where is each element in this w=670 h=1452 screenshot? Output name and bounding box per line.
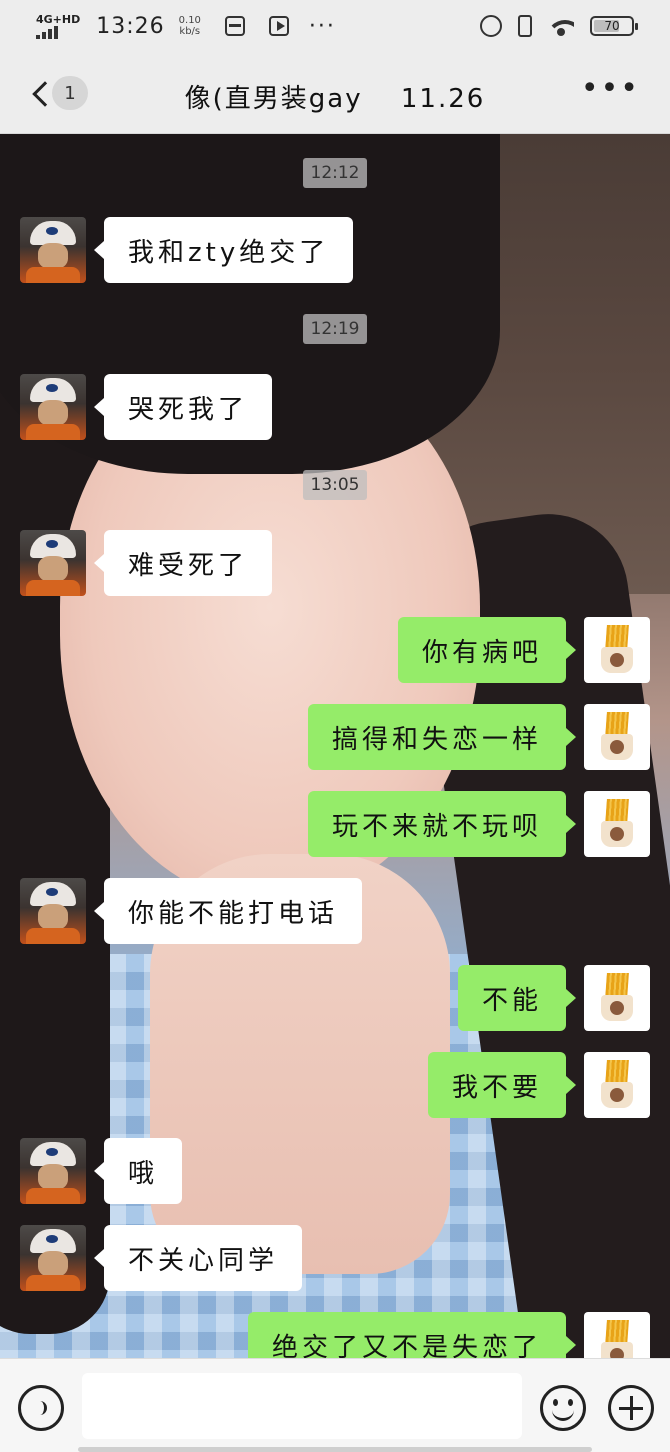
alarm-icon: [480, 15, 502, 37]
message-outgoing: 玩不来就不玩呗: [307, 791, 650, 857]
message-incoming: 哦: [20, 1138, 183, 1204]
my-avatar[interactable]: [584, 965, 650, 1031]
contact-avatar[interactable]: [20, 530, 86, 596]
signal-icon: [36, 25, 80, 39]
chat-header: 1 像(直男装gay 11.26 •••: [0, 52, 670, 134]
network-label: 4G+HD: [36, 12, 81, 26]
message-bubble[interactable]: 不能: [457, 965, 577, 1031]
speed-unit: kb/s: [179, 26, 201, 37]
message-outgoing: 我不要: [427, 1052, 650, 1118]
status-bar: 4G+HD 13:26 0.10 kb/s ··· 70: [0, 0, 670, 52]
battery-level: 70: [604, 19, 620, 33]
network-indicator: 4G+HD: [36, 14, 80, 39]
my-avatar[interactable]: [584, 1312, 650, 1358]
vibrate-icon: [518, 15, 532, 37]
message-bubble[interactable]: 哦: [93, 1138, 183, 1204]
chat-screen: 4G+HD 13:26 0.10 kb/s ··· 70 1 像(直男装gay …: [0, 0, 670, 1452]
my-avatar[interactable]: [584, 1052, 650, 1118]
voice-icon: [33, 1401, 47, 1415]
message-outgoing: 不能: [457, 965, 650, 1031]
timestamp: 13:05: [303, 470, 367, 500]
message-bubble[interactable]: 哭死我了: [93, 374, 273, 440]
speed-value: 0.10: [178, 15, 201, 26]
message-incoming: 难受死了: [20, 530, 273, 596]
contact-avatar[interactable]: [20, 374, 86, 440]
message-input[interactable]: [82, 1373, 522, 1439]
message-incoming: 我和zty绝交了: [20, 217, 354, 283]
message-incoming: 你能不能打电话: [20, 878, 363, 944]
message-bubble[interactable]: 玩不来就不玩呗: [307, 791, 577, 857]
status-right: 70: [480, 15, 638, 37]
more-dots-icon[interactable]: •••: [581, 74, 640, 104]
chat-title: 像(直男装gay 11.26: [184, 84, 486, 114]
contact-avatar[interactable]: [20, 217, 86, 283]
status-time: 13:26: [96, 13, 165, 39]
message-outgoing: 搞得和失恋一样: [307, 704, 650, 770]
contact-avatar[interactable]: [20, 1225, 86, 1291]
message-bubble[interactable]: 绝交了又不是失恋了: [247, 1312, 577, 1358]
plus-icon[interactable]: [608, 1385, 654, 1431]
message-bubble[interactable]: 难受死了: [93, 530, 273, 596]
voice-button[interactable]: [18, 1385, 64, 1431]
message-outgoing: 你有病吧: [397, 617, 650, 683]
emoji-icon[interactable]: [540, 1385, 586, 1431]
message-incoming: 哭死我了: [20, 374, 273, 440]
my-avatar[interactable]: [584, 617, 650, 683]
message-bubble[interactable]: 你能不能打电话: [93, 878, 363, 944]
video-app-icon: [268, 16, 289, 36]
card-icon: [224, 16, 245, 36]
wifi-icon: [548, 16, 574, 36]
contact-avatar[interactable]: [20, 878, 86, 944]
message-bubble[interactable]: 我不要: [427, 1052, 577, 1118]
battery-icon: 70: [590, 16, 638, 36]
gesture-bar: [78, 1447, 592, 1452]
input-bar: [0, 1358, 670, 1452]
my-avatar[interactable]: [584, 704, 650, 770]
more-notifications-icon: ···: [308, 13, 336, 39]
message-bubble[interactable]: 不关心同学: [93, 1225, 303, 1291]
message-incoming: 不关心同学: [20, 1225, 303, 1291]
message-bubble[interactable]: 搞得和失恋一样: [307, 704, 577, 770]
message-list[interactable]: 12:12 我和zty绝交了 12:19 哭死我了 13:05 难受死了 你有病…: [0, 134, 670, 1358]
network-speed: 0.10 kb/s: [179, 15, 201, 37]
timestamp: 12:12: [303, 158, 367, 188]
my-avatar[interactable]: [584, 791, 650, 857]
message-outgoing: 绝交了又不是失恋了: [247, 1312, 650, 1358]
message-bubble[interactable]: 你有病吧: [397, 617, 577, 683]
timestamp: 12:19: [303, 314, 367, 344]
contact-avatar[interactable]: [20, 1138, 86, 1204]
status-left: 4G+HD 13:26 0.10 kb/s ···: [36, 14, 336, 39]
message-bubble[interactable]: 我和zty绝交了: [93, 217, 354, 283]
